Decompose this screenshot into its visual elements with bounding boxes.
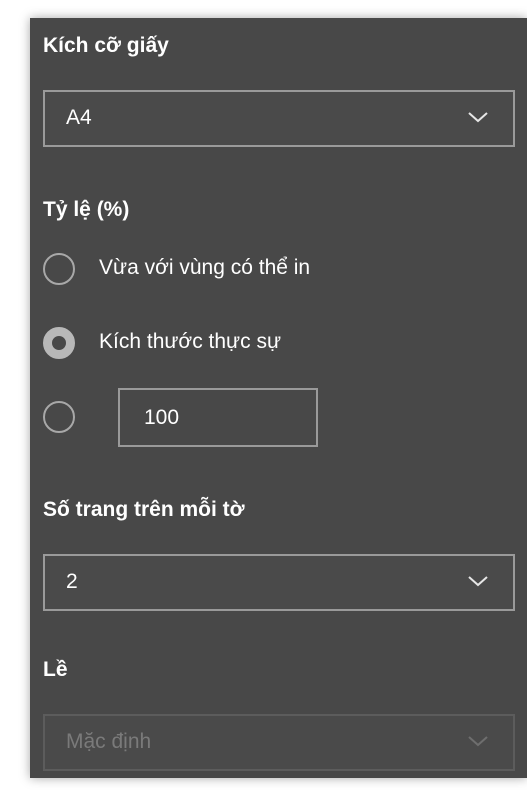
paper-size-dropdown[interactable]: A4 [43, 90, 515, 147]
margins-dropdown: Mặc định [43, 714, 515, 771]
radio-actual-size[interactable]: Kích thước thực sự [43, 325, 503, 365]
radio-button[interactable] [43, 253, 75, 285]
pages-per-sheet-value: 2 [66, 570, 78, 593]
pages-per-sheet-dropdown[interactable]: 2 [43, 554, 515, 611]
margins-value: Mặc định [66, 730, 152, 753]
paper-size-label: Kích cỡ giấy [43, 34, 169, 57]
radio-fit-printable-area[interactable]: Vừa với vùng có thể in [43, 251, 503, 291]
scale-label: Tỷ lệ (%) [43, 198, 130, 221]
chevron-down-icon [468, 736, 488, 747]
pages-per-sheet-label: Số trang trên mỗi tờ [43, 498, 245, 521]
scale-percent-input[interactable] [118, 388, 318, 447]
margins-label: Lề [43, 658, 68, 681]
paper-size-value: A4 [66, 106, 92, 129]
radio-button-checked[interactable] [43, 327, 75, 359]
chevron-down-icon [468, 112, 488, 123]
radio-fit-label: Vừa với vùng có thể in [99, 256, 311, 279]
radio-custom-scale[interactable] [43, 399, 103, 439]
radio-button[interactable] [43, 401, 75, 433]
radio-actual-size-label: Kích thước thực sự [99, 330, 281, 353]
chevron-down-icon [468, 576, 488, 587]
print-settings-panel: Kích cỡ giấy A4 Tỷ lệ (%) Vừa với vùng c… [30, 18, 527, 778]
